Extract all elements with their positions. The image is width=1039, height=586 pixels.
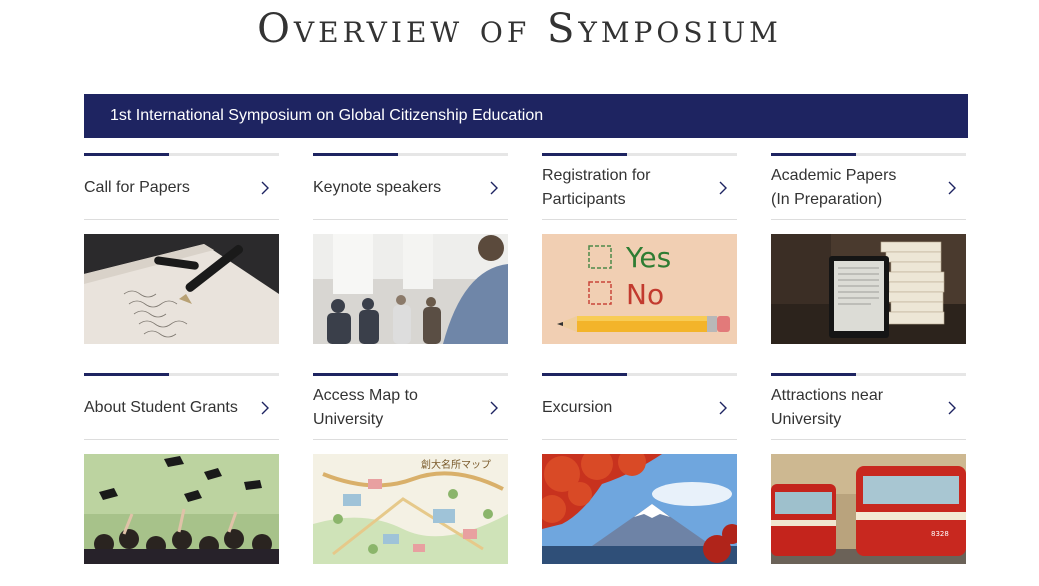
chevron-right-icon	[719, 401, 727, 414]
chevron-right-icon	[490, 401, 498, 414]
card-keynote-speakers: Keynote speakers	[313, 153, 508, 366]
card-label: Access Map to University	[313, 386, 418, 428]
card-excursion: Excursion	[542, 373, 737, 586]
excursion-link[interactable]: Excursion	[542, 376, 737, 440]
attractions-link[interactable]: Attractions near University	[771, 376, 966, 440]
card-academic-papers: Academic Papers (In Preparation)	[771, 153, 966, 366]
card-label: Excursion	[542, 398, 613, 416]
academic-papers-link[interactable]: Academic Papers (In Preparation)	[771, 156, 966, 220]
no-text: No	[626, 278, 664, 311]
page-title: Overview of Symposium	[257, 6, 782, 52]
symposium-banner: 1st International Symposium on Global Ci…	[84, 94, 968, 138]
card-call-for-papers: Call for Papers	[84, 153, 279, 366]
access-map-link[interactable]: Access Map to University	[313, 376, 508, 440]
call-for-papers-link[interactable]: Call for Papers	[84, 156, 279, 220]
overview-grid: Call for Papers Keynote speakers Registr…	[84, 153, 968, 586]
card-registration: Registration for Participants Yes No	[542, 153, 737, 366]
yes-no-checkbox-pencil-image[interactable]: Yes No	[542, 234, 737, 344]
card-label: Attractions near University	[771, 386, 884, 428]
chevron-right-icon	[948, 181, 956, 194]
chevron-right-icon	[261, 181, 269, 194]
banner-title: 1st International Symposium on Global Ci…	[110, 107, 544, 124]
card-access-map: Access Map to University 創大名所マップ	[313, 373, 508, 586]
ebook-reader-books-image[interactable]	[771, 234, 966, 344]
yes-text: Yes	[625, 241, 671, 274]
registration-link[interactable]: Registration for Participants	[542, 156, 737, 220]
card-attractions: Attractions near University 8328	[771, 373, 966, 586]
mount-fuji-autumn-image[interactable]	[542, 454, 737, 564]
chevron-right-icon	[719, 181, 727, 194]
chevron-right-icon	[261, 401, 269, 414]
keynote-speakers-link[interactable]: Keynote speakers	[313, 156, 508, 220]
map-title-text: 創大名所マップ	[421, 458, 491, 471]
card-student-grants: About Student Grants	[84, 373, 279, 586]
card-label: Call for Papers	[84, 178, 190, 196]
lecture-audience-image[interactable]	[313, 234, 508, 344]
campus-map-image[interactable]: 創大名所マップ	[313, 454, 508, 564]
red-trams-image[interactable]: 8328	[771, 454, 966, 564]
student-grants-link[interactable]: About Student Grants	[84, 376, 279, 440]
card-label: Registration for Participants	[542, 166, 651, 208]
card-label: About Student Grants	[84, 398, 238, 416]
graduation-caps-toss-image[interactable]	[84, 454, 279, 564]
chevron-right-icon	[490, 181, 498, 194]
tram-number-text: 8328	[931, 530, 949, 538]
card-label: Keynote speakers	[313, 178, 442, 196]
fountain-pen-writing-image[interactable]	[84, 234, 279, 344]
chevron-right-icon	[948, 401, 956, 414]
card-label: Academic Papers (In Preparation)	[771, 166, 897, 208]
